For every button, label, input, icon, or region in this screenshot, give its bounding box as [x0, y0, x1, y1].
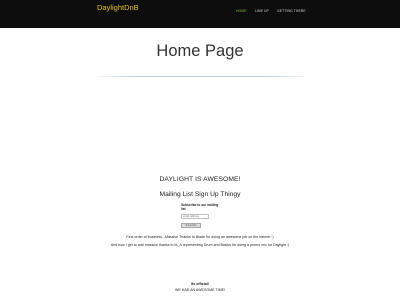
- email-field[interactable]: [181, 214, 209, 219]
- nav-item-getting-there[interactable]: GETTING THERE: [277, 9, 306, 13]
- mailing-list-heading: Mailing List Sign Up Thingy: [159, 191, 241, 198]
- mailing-list-form: Subscribe to our mailing list Subscribe: [181, 203, 221, 228]
- nav-item-line-up[interactable]: LINE UP: [255, 9, 269, 13]
- top-navigation-bar: DaylightDnB HOME LINE UP GETTING THERE: [0, 0, 400, 28]
- title-divider: [97, 76, 305, 77]
- awesome-time-announcement: WE HAD AN AWESOME TIME!: [174, 288, 226, 292]
- nav-item-home[interactable]: HOME: [236, 9, 247, 13]
- page-title: Home Page: [156, 42, 244, 60]
- subscribe-button[interactable]: Subscribe: [181, 223, 201, 228]
- official-announcement: Its official!: [191, 282, 209, 286]
- news-paragraph-2: And now I get to add massive thanks to M…: [110, 243, 290, 247]
- signup-label: Subscribe to our mailing list: [181, 203, 219, 211]
- headline: DAYLIGHT IS AWESOME!: [159, 176, 241, 183]
- page: DaylightDnB HOME LINE UP GETTING THERE H…: [0, 0, 400, 300]
- news-paragraph-1: First order of business...Massive Thanks…: [126, 235, 274, 239]
- site-logo[interactable]: DaylightDnB: [97, 3, 139, 12]
